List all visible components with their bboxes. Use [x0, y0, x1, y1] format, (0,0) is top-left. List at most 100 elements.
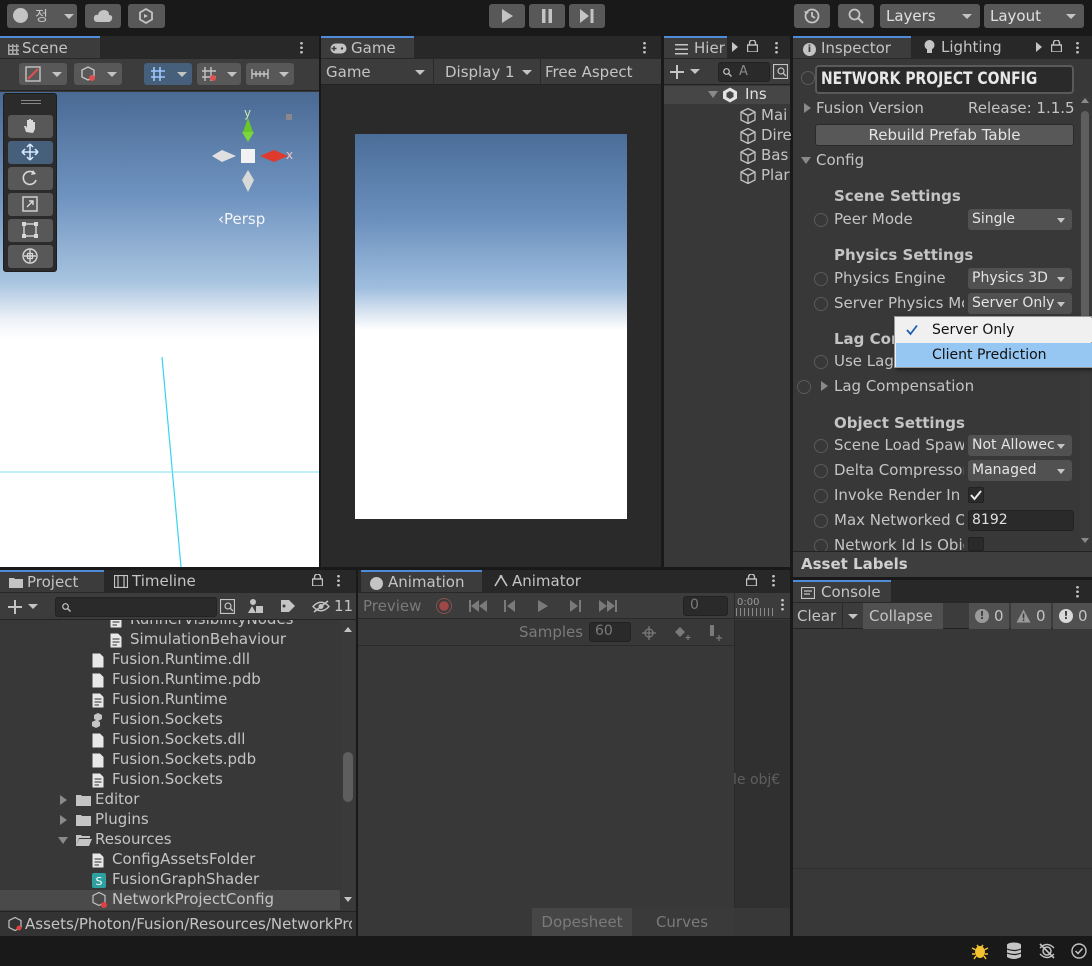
play-button[interactable]	[489, 4, 525, 28]
record-button[interactable]	[436, 598, 452, 614]
project-item[interactable]: S FusionGraphShader	[0, 870, 340, 890]
first-key-icon[interactable]	[469, 600, 487, 612]
layout-dropdown[interactable]: Layout	[984, 4, 1084, 28]
preview-toggle[interactable]: Preview	[363, 597, 421, 615]
account-dropdown[interactable]: 정	[7, 4, 77, 28]
hierarchy-scene-row[interactable]: Ins	[664, 85, 790, 104]
add-keyframe-icon[interactable]	[642, 626, 656, 640]
help-icon[interactable]	[814, 439, 828, 453]
frame-input[interactable]: 0	[683, 596, 728, 616]
physics-engine-select[interactable]: Physics 3D	[968, 268, 1072, 289]
invoke-render-checkbox[interactable]	[968, 487, 984, 503]
scrollbar-down-icon[interactable]	[344, 897, 352, 902]
timeline-ruler[interactable]: 0:00	[734, 593, 790, 619]
network-id-checkbox[interactable]	[968, 537, 984, 551]
popup-option-client-prediction[interactable]: Client Prediction	[896, 343, 1092, 367]
hidden-packages-toggle[interactable]: 11	[310, 597, 354, 617]
play-animation-icon[interactable]	[538, 600, 548, 612]
create-button[interactable]	[8, 598, 42, 616]
hierarchy-item[interactable]: Dire	[664, 126, 792, 146]
project-item[interactable]: Fusion.Sockets	[0, 770, 340, 790]
project-scrollbar[interactable]	[341, 620, 355, 910]
move-tool-button[interactable]	[8, 141, 53, 164]
chevron-right-icon[interactable]	[732, 42, 738, 52]
project-item[interactable]: Fusion.Sockets.dll	[0, 730, 340, 750]
game-menu-icon[interactable]	[643, 41, 646, 54]
scene-load-select[interactable]: Not Allowec	[968, 435, 1072, 456]
game-mode-select[interactable]: Game	[321, 59, 434, 85]
help-icon[interactable]	[814, 489, 828, 503]
scrollbar-up-icon[interactable]	[344, 627, 352, 632]
project-menu-icon[interactable]	[337, 574, 340, 587]
project-item[interactable]: Resources	[0, 830, 340, 850]
project-item[interactable]: SimulationBehaviour	[0, 630, 340, 650]
hierarchy-item[interactable]: Mai	[664, 106, 790, 126]
clear-button[interactable]: Clear	[793, 603, 843, 629]
project-item[interactable]: RunnerVisibilityNodes	[0, 620, 340, 630]
animation-curves-area[interactable]	[734, 620, 790, 908]
scrollbar-down-icon[interactable]	[1081, 538, 1089, 543]
check-circle-icon[interactable]	[1071, 943, 1087, 959]
add-key-diamond-icon[interactable]	[674, 626, 692, 640]
expand-icon[interactable]	[60, 815, 67, 825]
project-item[interactable]: Fusion.Runtime.pdb	[0, 670, 340, 690]
overlay-handle[interactable]	[21, 100, 41, 104]
popup-option-server-only[interactable]: Server Only	[896, 318, 1092, 342]
lock-icon[interactable]	[747, 40, 758, 52]
delta-compressor-select[interactable]: Managed	[968, 460, 1072, 481]
help-icon[interactable]	[814, 355, 828, 369]
help-icon[interactable]	[814, 464, 828, 478]
pause-button[interactable]	[529, 4, 565, 28]
layers-dropdown[interactable]: Layers	[880, 4, 980, 28]
warning-filter-toggle[interactable]: 0	[1011, 603, 1051, 629]
help-icon[interactable]	[801, 71, 815, 85]
add-event-icon[interactable]	[708, 625, 724, 641]
peer-mode-select[interactable]: Single	[968, 209, 1072, 230]
orientation-gizmo[interactable]: y x	[208, 106, 298, 196]
project-search-input[interactable]	[55, 597, 217, 617]
aspect-select[interactable]: Free Aspect	[541, 59, 661, 85]
grid-snap-toggle[interactable]	[144, 63, 192, 85]
scene-menu-icon[interactable]	[300, 41, 303, 54]
search-button[interactable]	[838, 4, 874, 28]
project-item[interactable]: Editor	[0, 790, 340, 810]
max-networked-input[interactable]: 8192	[968, 510, 1074, 531]
tab-lighting[interactable]: Lighting	[915, 36, 1025, 58]
dopesheet-tab[interactable]: Dopesheet	[532, 908, 632, 936]
lag-compensation-expand-icon[interactable]	[821, 381, 828, 391]
game-view[interactable]	[355, 134, 627, 519]
draw-mode-dropdown[interactable]	[19, 63, 67, 85]
error-filter-toggle[interactable]: ! 0	[1053, 603, 1092, 629]
tab-game[interactable]: Game	[321, 36, 414, 58]
project-item[interactable]: Fusion.Sockets.pdb	[0, 750, 340, 770]
collapse-icon[interactable]	[58, 837, 68, 844]
hierarchy-item[interactable]: Plar	[664, 166, 790, 186]
log-filter-toggle[interactable]: ! 0	[969, 603, 1009, 629]
help-icon[interactable]	[814, 213, 828, 227]
server-physics-select[interactable]: Server Only	[968, 293, 1072, 314]
tab-scene[interactable]: Scene	[0, 36, 100, 58]
filter-by-type-icon[interactable]	[248, 598, 264, 614]
lag-compensation-label[interactable]: Lag Compensation	[834, 377, 974, 395]
snap-increment-dropdown[interactable]	[197, 63, 241, 85]
help-icon[interactable]	[814, 272, 828, 286]
help-icon[interactable]	[814, 514, 828, 528]
animation-menu-icon[interactable]	[772, 574, 775, 587]
expand-icon[interactable]	[708, 91, 718, 98]
config-label[interactable]: Config	[816, 151, 864, 169]
chevron-right-icon[interactable]	[1036, 42, 1042, 52]
next-key-icon[interactable]	[569, 600, 581, 612]
config-expand-icon[interactable]	[801, 157, 811, 164]
database-icon[interactable]	[1006, 942, 1022, 960]
persp-label[interactable]: ‹Persp	[218, 210, 265, 228]
rebuild-prefab-table-button[interactable]: Rebuild Prefab Table	[815, 124, 1074, 146]
last-key-icon[interactable]	[599, 600, 617, 612]
collab-button[interactable]	[128, 4, 165, 28]
samples-input[interactable]: 60	[589, 622, 631, 642]
project-item[interactable]: Fusion.Sockets	[0, 710, 340, 730]
transform-tool-button[interactable]	[8, 245, 53, 268]
project-item[interactable]: Fusion.Runtime.dll	[0, 650, 340, 670]
project-item[interactable]: Fusion.Runtime	[0, 690, 340, 710]
undo-history-button[interactable]	[794, 4, 830, 28]
display-select[interactable]: Display 1	[434, 59, 541, 85]
